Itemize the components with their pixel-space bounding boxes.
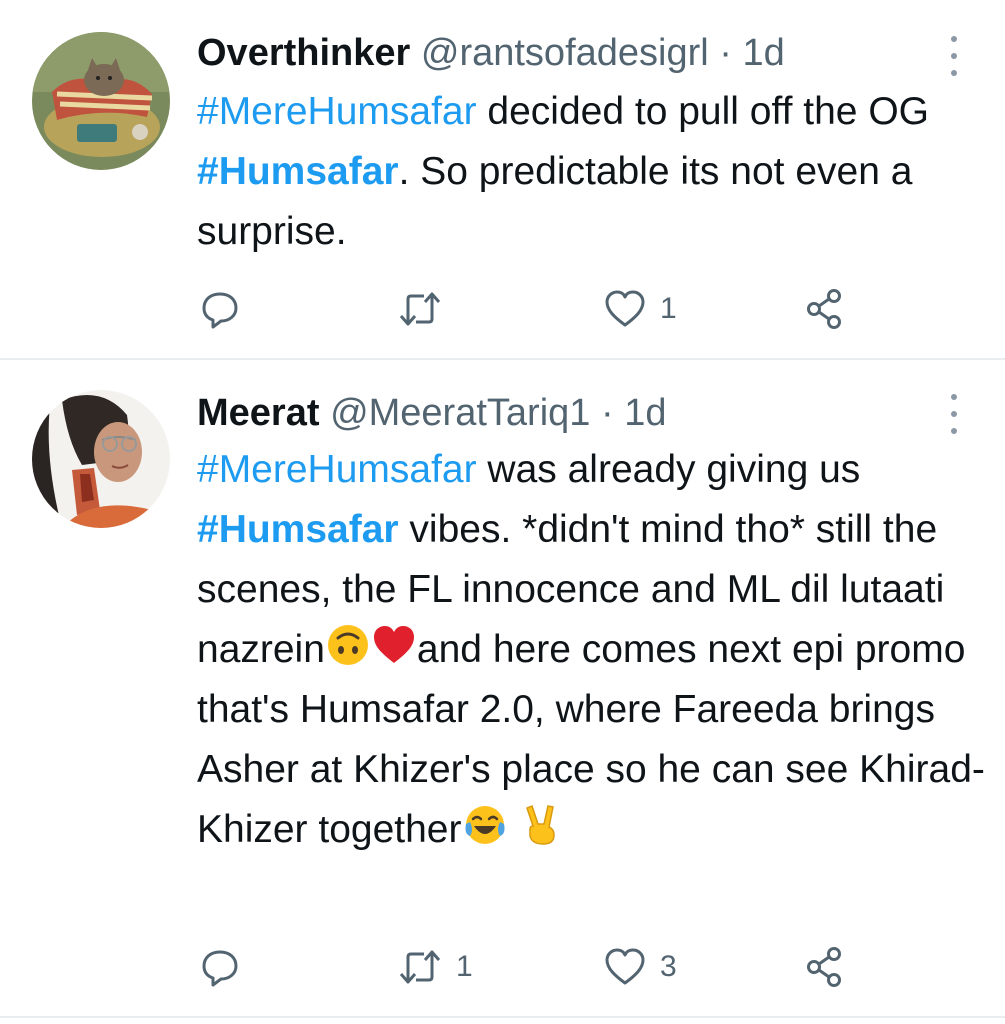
display-name[interactable]: Meerat bbox=[197, 392, 320, 434]
tweet-feed: Overthinker @rantsofadesigrl · 1d #MereH… bbox=[0, 0, 1005, 1024]
tweet-text: #MereHumsafar decided to pull off the OG… bbox=[197, 82, 987, 262]
retweet-button[interactable] bbox=[398, 284, 456, 334]
hashtag-link[interactable]: #Humsafar bbox=[197, 508, 399, 551]
timestamp[interactable]: 1d bbox=[624, 392, 666, 434]
like-button[interactable]: 1 bbox=[604, 284, 677, 334]
like-button[interactable]: 3 bbox=[604, 942, 677, 992]
heart-icon bbox=[604, 289, 646, 329]
tweet-text-segment: was already giving us bbox=[476, 448, 861, 491]
retweet-button[interactable]: 1 bbox=[398, 942, 473, 992]
tweet[interactable]: Overthinker @rantsofadesigrl · 1d #MereH… bbox=[0, 0, 1005, 360]
tweet-text: #MereHumsafar was already giving us #Hum… bbox=[197, 440, 987, 860]
tweet-actions: 1 bbox=[0, 284, 1005, 334]
hashtag-link[interactable]: #Humsafar bbox=[197, 150, 399, 193]
separator: · bbox=[600, 392, 614, 434]
tweet-text-segment bbox=[508, 808, 519, 851]
reply-button[interactable] bbox=[200, 284, 240, 334]
retweet-icon bbox=[398, 947, 442, 987]
user-handle[interactable]: @rantsofadesigrl bbox=[421, 32, 709, 74]
share-icon bbox=[804, 946, 846, 988]
share-button[interactable] bbox=[804, 942, 846, 992]
like-count: 1 bbox=[660, 292, 677, 325]
victory-hand-emoji bbox=[518, 802, 564, 848]
retweet-count: 1 bbox=[456, 950, 473, 983]
tweet-text-segment: decided to pull off the OG bbox=[476, 90, 929, 133]
tears-of-joy-emoji bbox=[462, 802, 508, 848]
avatar[interactable] bbox=[32, 390, 170, 528]
tweet-header: Meerat @MeeratTariq1 · 1d bbox=[197, 390, 945, 436]
separator: · bbox=[719, 32, 732, 74]
reply-button[interactable] bbox=[200, 942, 240, 992]
heart-icon bbox=[604, 947, 646, 987]
more-vertical-icon[interactable] bbox=[942, 394, 966, 434]
hashtag-link[interactable]: #MereHumsafar bbox=[197, 448, 477, 491]
reply-icon bbox=[200, 947, 240, 987]
tweet-divider bbox=[0, 1016, 1005, 1018]
tweet[interactable]: Meerat @MeeratTariq1 · 1d #MereHumsafar … bbox=[0, 360, 1005, 1018]
like-count: 3 bbox=[660, 950, 677, 983]
user-handle[interactable]: @MeeratTariq1 bbox=[330, 392, 590, 434]
share-button[interactable] bbox=[804, 284, 846, 334]
hashtag-link[interactable]: #MereHumsafar bbox=[197, 90, 477, 133]
avatar[interactable] bbox=[32, 32, 170, 170]
more-vertical-icon[interactable] bbox=[942, 36, 966, 76]
red-heart-emoji bbox=[371, 622, 417, 668]
display-name[interactable]: Overthinker bbox=[197, 32, 410, 74]
tweet-actions: 1 3 bbox=[0, 942, 1005, 992]
timestamp[interactable]: 1d bbox=[742, 32, 784, 74]
share-icon bbox=[804, 288, 846, 330]
tweet-header: Overthinker @rantsofadesigrl · 1d bbox=[197, 30, 945, 76]
reply-icon bbox=[200, 289, 240, 329]
retweet-icon bbox=[398, 289, 442, 329]
upside-down-face-emoji bbox=[325, 622, 371, 668]
